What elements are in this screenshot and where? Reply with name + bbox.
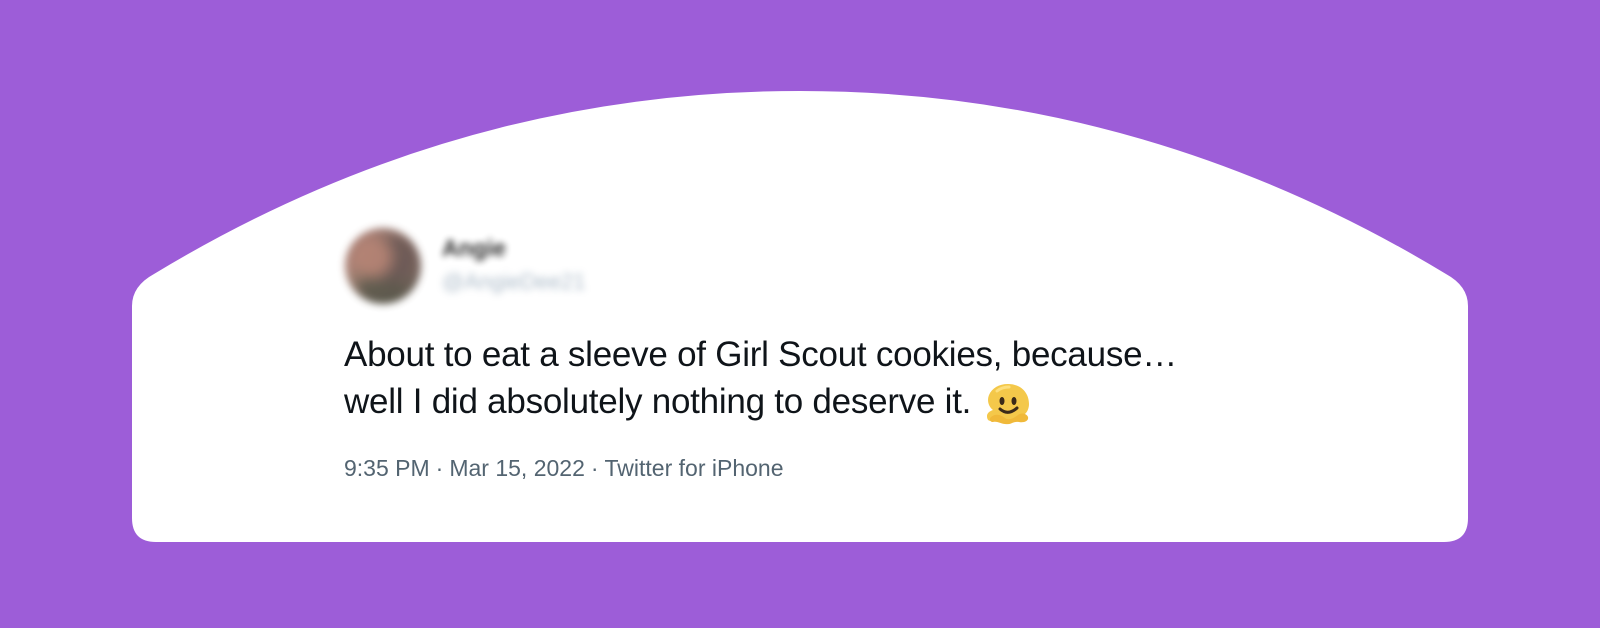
melting-face-emoji-icon: [984, 379, 1032, 425]
metadata-separator: ·: [590, 455, 599, 481]
metadata-separator: ·: [435, 455, 444, 481]
tweet-time[interactable]: 9:35 PM: [344, 455, 430, 481]
author-display-name[interactable]: Angie: [442, 235, 506, 262]
tweet-card: Angie @AngieDee21 About to eat a sleeve …: [344, 226, 1344, 506]
tweet-text-line-1: About to eat a sleeve of Girl Scout cook…: [344, 335, 1178, 374]
tweet-metadata: 9:35 PM · Mar 15, 2022 · Twitter for iPhone: [344, 453, 784, 483]
avatar[interactable]: [345, 228, 421, 304]
purple-background: Angie @AngieDee21 About to eat a sleeve …: [0, 0, 1600, 628]
tweet-author[interactable]: Angie @AngieDee21: [344, 226, 764, 316]
tweet-source[interactable]: Twitter for iPhone: [605, 455, 784, 481]
tweet-date[interactable]: Mar 15, 2022: [449, 455, 585, 481]
tweet-text: About to eat a sleeve of Girl Scout cook…: [344, 331, 1334, 425]
tweet-text-line-2: well I did absolutely nothing to deserve…: [344, 382, 972, 421]
author-handle[interactable]: @AngieDee21: [442, 269, 585, 295]
